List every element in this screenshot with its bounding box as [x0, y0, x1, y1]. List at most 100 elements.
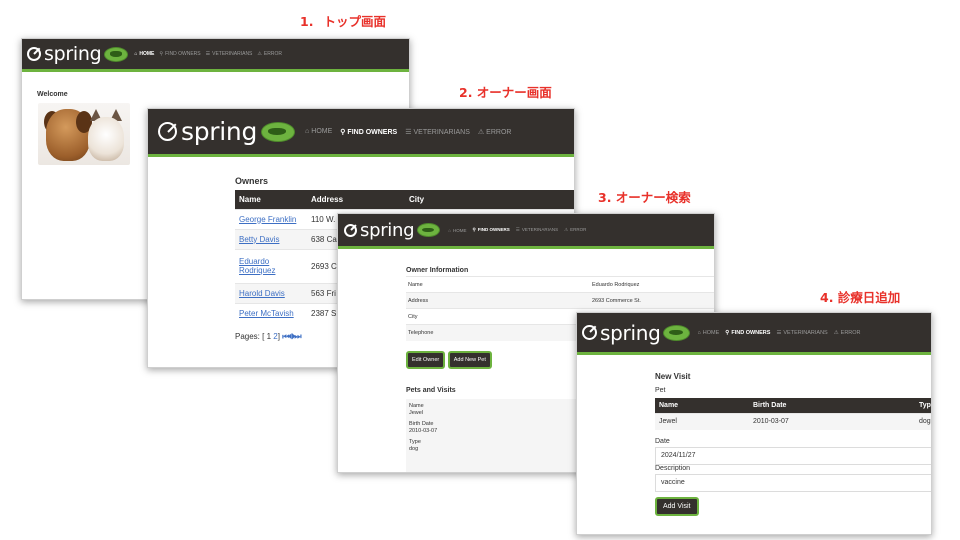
warning-icon: ⚠	[477, 128, 485, 136]
nav-error[interactable]: ⚠ ERROR	[564, 227, 586, 233]
owners-heading: Owners	[235, 176, 269, 186]
nav-veterinarians[interactable]: ☰ VETERINARIANS	[405, 128, 470, 136]
logo-text: spring	[44, 43, 102, 65]
owner-link[interactable]: Harold Davis	[239, 289, 285, 298]
new-visit-heading: New Visit	[655, 372, 691, 381]
pages-label: Pages: [	[235, 332, 265, 341]
navbar: spring ⌂ HOME ⚲ FIND OWNERS ☰ VETERINARIANS…	[577, 313, 931, 355]
logo-text: spring	[600, 320, 661, 345]
description-label: Description	[655, 465, 691, 472]
pages-close: ]	[277, 332, 280, 341]
new-visit-screen-window: spring ⌂ HOME ⚲ FIND OWNERS ☰ VETERINARIANS…	[576, 312, 932, 535]
owner-link[interactable]: Peter McTavish	[239, 309, 294, 318]
spring-logo[interactable]: spring	[582, 320, 691, 345]
navbar: spring ⌂ HOME ⚲ FIND OWNERS ☰ VETERINARIANS…	[22, 39, 409, 72]
list-icon: ☰	[405, 128, 412, 136]
owner-link[interactable]: George Franklin	[239, 215, 296, 224]
nav-menu: ⌂ HOME ⚲ FIND OWNERS ☰ VETERINARIANS ⚠ ERROR	[697, 330, 866, 336]
info-label: Telephone	[406, 324, 478, 341]
date-field[interactable]: 2024/11/27	[655, 447, 931, 465]
nav-veterinarians[interactable]: ☰ VETERINARIANS	[776, 330, 827, 336]
logo-text: spring	[360, 219, 415, 241]
power-icon	[582, 325, 597, 340]
date-label: Date	[655, 438, 670, 445]
home-icon: ⌂	[697, 329, 701, 336]
info-label: Address	[406, 292, 478, 309]
nav-veterinarians[interactable]: ☰ VETERINARIANS	[516, 227, 558, 233]
nav-home-label: HOME	[311, 128, 333, 135]
info-label: Name	[406, 276, 478, 293]
nav-veterinarians-label: VETERINARIANS	[212, 51, 253, 57]
nav-menu: ⌂ HOME ⚲ FIND OWNERS ☰ VETERINARIANS ⚠ ERROR	[134, 51, 287, 57]
nav-home[interactable]: ⌂ HOME	[134, 51, 154, 57]
pet-birth-date: 2010-03-07	[749, 412, 915, 430]
owner-link[interactable]: Betty Davis	[239, 235, 279, 244]
pet-logo-icon	[417, 223, 441, 237]
nav-home[interactable]: ⌂ HOME	[697, 330, 719, 336]
info-value: 2693 Commerce St.	[478, 292, 714, 309]
welcome-heading: Welcome	[37, 91, 68, 98]
pet-type: dog	[915, 412, 931, 430]
home-icon: ⌂	[134, 51, 138, 57]
cat-figure	[88, 117, 124, 161]
spring-logo[interactable]: spring	[158, 117, 296, 146]
pet-logo-icon	[261, 121, 296, 142]
pets-visits-heading: Pets and Visits	[406, 387, 456, 394]
column-header-type: Type	[915, 398, 931, 413]
nav-home[interactable]: ⌂ HOME	[305, 128, 332, 135]
nav-find-owners-label: FIND OWNERS	[731, 329, 771, 336]
search-icon: ⚲	[725, 329, 730, 336]
nav-home-label: HOME	[139, 51, 155, 57]
nav-find-owners[interactable]: ⚲ FIND OWNERS	[340, 128, 397, 136]
nav-error[interactable]: ⚠ ERROR	[257, 51, 282, 57]
warning-icon: ⚠	[564, 227, 569, 232]
add-visit-button[interactable]: Add Visit	[655, 497, 699, 516]
nav-veterinarians-label: VETERINARIANS	[783, 329, 828, 336]
nav-veterinarians[interactable]: ☰ VETERINARIANS	[206, 51, 253, 57]
list-icon: ☰	[776, 329, 782, 336]
info-value: Eduardo Rodriquez	[478, 276, 714, 293]
nav-veterinarians-label: VETERINARIANS	[413, 128, 470, 136]
step-1-label: トップ画面	[323, 14, 386, 29]
nav-find-owners[interactable]: ⚲ FIND OWNERS	[159, 51, 200, 57]
description-field[interactable]: vaccine	[655, 474, 931, 492]
search-icon: ⚲	[340, 128, 346, 136]
page-1-current: 1	[266, 332, 272, 341]
nav-error[interactable]: ⚠ ERROR	[478, 128, 512, 136]
pager-nav-icons[interactable]: ⏮⏴⏵⏭	[282, 332, 301, 341]
column-header-city: City	[405, 190, 574, 209]
owner-link[interactable]: Eduardo Rodriquez	[239, 257, 275, 275]
search-icon: ⚲	[159, 51, 164, 57]
add-new-pet-button[interactable]: Add New Pet	[447, 351, 492, 369]
spring-logo[interactable]: spring	[27, 43, 129, 65]
table-row: Address 2693 Commerce St.	[406, 292, 714, 309]
step-2-title: 2. オーナー画面	[459, 85, 552, 100]
nav-find-owners-label: FIND OWNERS	[347, 128, 398, 136]
pet-name: Jewel	[655, 412, 749, 430]
warning-icon: ⚠	[833, 329, 839, 336]
nav-menu: ⌂ HOME ⚲ FIND OWNERS ☰ VETERINARIANS ⚠ ERROR	[448, 227, 592, 233]
owner-actions: Edit Owner Add New Pet	[406, 351, 493, 369]
step-1-number: 1.	[300, 14, 314, 29]
nav-home-label: HOME	[702, 329, 720, 336]
home-icon: ⌂	[305, 128, 310, 135]
power-icon	[158, 122, 177, 141]
nav-home-label: HOME	[452, 227, 467, 233]
nav-find-owners[interactable]: ⚲ FIND OWNERS	[725, 330, 770, 336]
navbar: spring ⌂ HOME ⚲ FIND OWNERS ☰ VETERINARIANS…	[338, 214, 714, 249]
nav-error-label: ERROR	[486, 128, 512, 136]
nav-error-label: ERROR	[570, 227, 587, 232]
edit-owner-button[interactable]: Edit Owner	[406, 351, 446, 369]
column-header-name: Name	[235, 190, 307, 209]
nav-home[interactable]: ⌂ HOME	[448, 228, 466, 233]
spring-logo[interactable]: spring	[344, 219, 441, 241]
power-icon	[344, 223, 357, 237]
list-icon: ☰	[205, 51, 211, 57]
nav-find-owners[interactable]: ⚲ FIND OWNERS	[472, 227, 509, 233]
step-3-title: 3. オーナー検索	[598, 190, 691, 205]
pets-image	[38, 103, 130, 165]
nav-error[interactable]: ⚠ ERROR	[834, 330, 861, 336]
nav-veterinarians-label: VETERINARIANS	[521, 227, 559, 232]
navbar: spring ⌂ HOME ⚲ FIND OWNERS ☰ VETERINARIANS…	[148, 109, 574, 157]
pet-label: Pet	[655, 387, 666, 394]
